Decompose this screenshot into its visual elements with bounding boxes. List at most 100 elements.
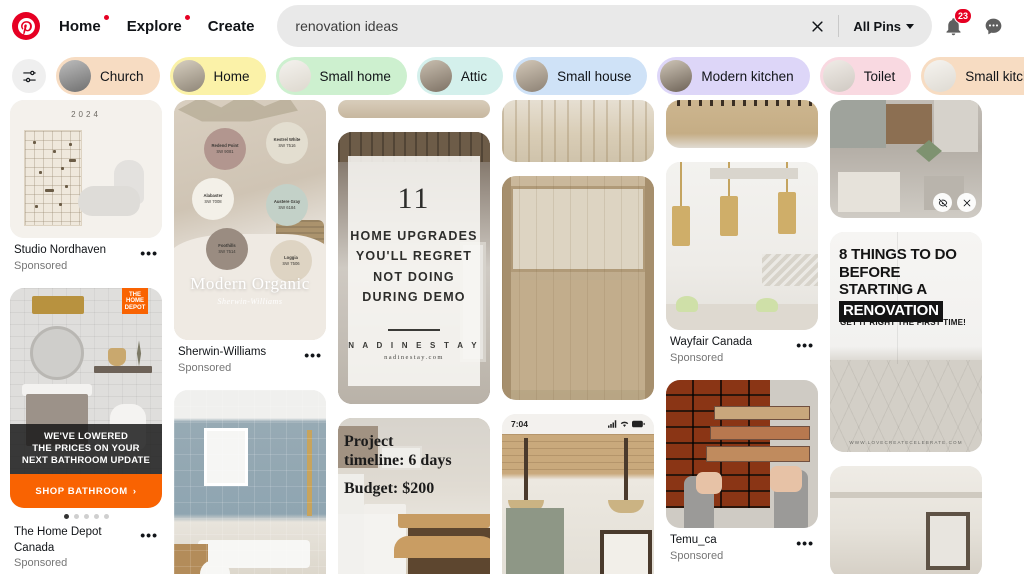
- chip-attic[interactable]: Attic: [416, 57, 504, 95]
- pin-image[interactable]: [666, 100, 818, 148]
- carousel-dots[interactable]: [10, 508, 162, 520]
- poster-line-2: BEFORE: [839, 263, 901, 281]
- close-icon[interactable]: [800, 9, 834, 43]
- chip-toilet[interactable]: Toilet: [819, 57, 912, 95]
- poster-line-3: NOT DOING: [373, 269, 455, 284]
- pin-image[interactable]: [666, 380, 818, 529]
- pin-image[interactable]: [338, 100, 490, 118]
- chip-label: Small kitchen: [965, 68, 1024, 84]
- top-header: Home Explore Create All Pins 23: [0, 0, 1024, 52]
- pin-image[interactable]: 7:04: [502, 414, 654, 574]
- poster-line-1: 8 THINGS TO DO: [839, 246, 957, 263]
- nav-home-dot: [103, 14, 109, 20]
- close-icon[interactable]: [957, 193, 976, 212]
- chip-label: Church: [100, 68, 144, 84]
- pin-sponsored-label: Sponsored: [14, 259, 68, 272]
- pin-moodboard-materials[interactable]: [830, 100, 982, 218]
- kitchen-top-art: [338, 100, 490, 118]
- messages-button[interactable]: [974, 7, 1012, 45]
- pin-nadine-stay-upgrades[interactable]: 11 HOME UPGRADES YOU'LL REGRET NOT DOING…: [338, 132, 490, 404]
- pin-wayfair-pendants[interactable]: Wayfair Canada Sponsored •••: [666, 162, 818, 366]
- pin-title: Temu_ca: [670, 534, 717, 547]
- chip-small-home[interactable]: Small home: [275, 57, 407, 95]
- pin-meta: Sherwin-Williams Sponsored •••: [174, 340, 326, 376]
- carousel-dot[interactable]: [83, 514, 89, 520]
- pin-kitchen-video[interactable]: 7:04: [502, 414, 654, 574]
- chip-church[interactable]: Church: [56, 57, 160, 95]
- pin-meta: Studio Nordhaven Sponsored •••: [10, 238, 162, 274]
- search-bar[interactable]: All Pins: [277, 5, 932, 47]
- pin-image[interactable]: [502, 100, 654, 162]
- chip-small-house[interactable]: Small house: [513, 57, 648, 95]
- swatch-austere-gray: Austere Gray SW 6184: [266, 184, 308, 226]
- pin-image[interactable]: Project timeline: 6 days Budget: $200: [338, 418, 490, 574]
- pin-image[interactable]: Redend Point SW 9081 Kestrel White SW 75…: [174, 100, 326, 340]
- more-options-icon[interactable]: •••: [304, 345, 322, 362]
- pin-studio-nordhaven[interactable]: 2024 Studio Nordhaven Sponsored •••: [10, 100, 162, 274]
- pin-wood-panel-partial[interactable]: [666, 100, 818, 148]
- carousel-dot[interactable]: [93, 514, 99, 520]
- pin-image[interactable]: [830, 100, 982, 218]
- pin-image[interactable]: [830, 466, 982, 574]
- chip-modern-kitchen[interactable]: Modern kitchen: [657, 57, 810, 95]
- poster-tagline: GET IT RIGHT THE FIRST TIME!: [840, 318, 967, 327]
- pin-image[interactable]: 8 THINGS TO DO BEFORE STARTING A RENOVAT…: [830, 232, 982, 452]
- filter-chip-row[interactable]: Church Home Small home Attic Small house…: [0, 52, 1024, 100]
- pin-image[interactable]: THE HOME DEPOT WE'VE LOWERED THE PRICES ON…: [10, 288, 162, 509]
- poster-line-3: STARTING A: [839, 281, 927, 299]
- carousel-dot[interactable]: [63, 514, 69, 520]
- poster-line-1: HOME UPGRADES: [350, 229, 478, 243]
- pin-column-4: 7:04: [502, 100, 654, 574]
- divider: [838, 15, 840, 37]
- pin-image[interactable]: [174, 390, 326, 574]
- nav-home[interactable]: Home: [46, 11, 114, 42]
- pin-image[interactable]: [666, 162, 818, 330]
- swatch-foothills: Foothills SW 7514: [206, 228, 248, 270]
- pin-meta: Wayfair Canada Sponsored •••: [666, 330, 818, 366]
- pin-kitchen-island-partial[interactable]: [338, 100, 490, 118]
- nav-home-label: Home: [59, 17, 101, 35]
- pinterest-logo-icon[interactable]: [12, 12, 40, 40]
- paper-sample-art: [838, 172, 900, 212]
- carousel-dot[interactable]: [73, 514, 79, 520]
- pin-image[interactable]: 11 HOME UPGRADES YOU'LL REGRET NOT DOING…: [338, 132, 490, 404]
- chair-art: [78, 160, 146, 222]
- chip-label: Small house: [557, 68, 632, 84]
- more-options-icon[interactable]: •••: [796, 335, 814, 352]
- hand-art: [696, 472, 722, 495]
- nav-explore[interactable]: Explore: [114, 11, 195, 42]
- sliders-icon[interactable]: [12, 59, 46, 93]
- notifications-button[interactable]: 23: [934, 7, 972, 45]
- pin-grid[interactable]: 2024 Studio Nordhaven Sponsored ••• THE …: [0, 100, 1024, 574]
- more-options-icon[interactable]: •••: [796, 533, 814, 550]
- pin-blue-tile-bathroom[interactable]: [174, 390, 326, 574]
- scope-selector[interactable]: All Pins: [843, 13, 926, 40]
- pin-light-oak-cabinets-partial[interactable]: [502, 100, 654, 162]
- chip-thumbnail: [660, 60, 693, 92]
- chip-thumbnail: [59, 60, 91, 92]
- more-options-icon[interactable]: •••: [140, 243, 158, 260]
- pin-image[interactable]: 2024: [10, 100, 162, 238]
- pin-bathroom-shelf-partial[interactable]: [830, 466, 982, 574]
- more-options-icon[interactable]: •••: [140, 525, 158, 542]
- pin-hover-actions[interactable]: [933, 193, 976, 212]
- chip-home[interactable]: Home: [169, 57, 266, 95]
- carousel-dot[interactable]: [103, 514, 109, 520]
- hide-pin-icon[interactable]: [933, 193, 952, 212]
- search-input[interactable]: [295, 18, 801, 34]
- shop-bathroom-button[interactable]: SHOP BATHROOM ›: [10, 474, 162, 509]
- pin-temu-brick-panels[interactable]: Temu_ca Sponsored •••: [666, 380, 818, 564]
- swatch-code: SW 7514: [218, 249, 236, 254]
- timeline-text-1: Project: [344, 433, 394, 450]
- pin-8-things-renovation[interactable]: 8 THINGS TO DO BEFORE STARTING A RENOVAT…: [830, 232, 982, 452]
- pin-project-timeline-kitchen[interactable]: Project timeline: 6 days Budget: $200: [338, 418, 490, 574]
- chip-thumbnail: [172, 60, 205, 92]
- nav-create[interactable]: Create: [195, 11, 268, 42]
- pin-sherwin-williams-palette[interactable]: Redend Point SW 9081 Kestrel White SW 75…: [174, 100, 326, 376]
- pin-image[interactable]: [502, 176, 654, 400]
- mirror-frame-art: [926, 512, 970, 570]
- signal-icon: [608, 420, 617, 428]
- pin-home-depot-bathroom[interactable]: THE HOME DEPOT WE'VE LOWERED THE PRICES ON…: [10, 288, 162, 572]
- pin-wood-pantry-cabinets[interactable]: [502, 176, 654, 400]
- chip-small-kitchen[interactable]: Small kitchen: [921, 57, 1024, 95]
